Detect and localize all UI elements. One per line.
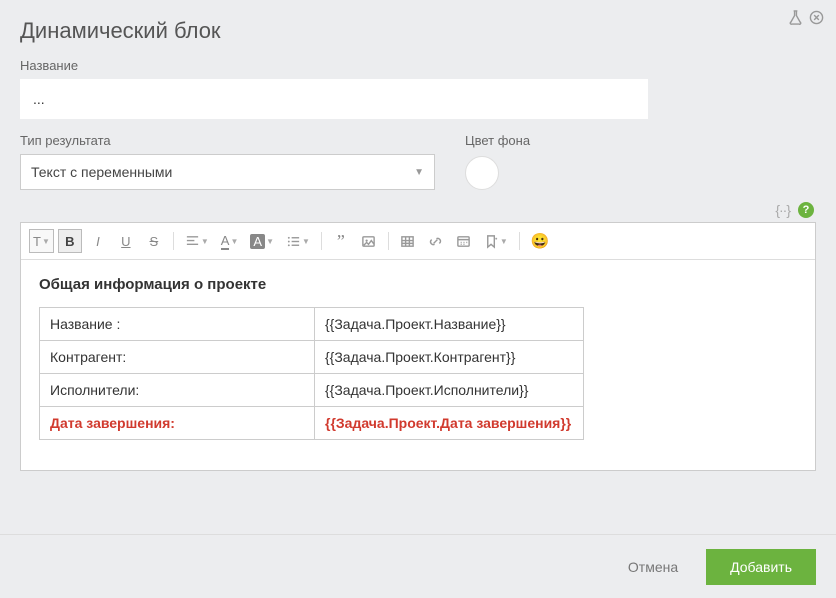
name-input[interactable] (20, 79, 648, 119)
chevron-down-icon: ▼ (42, 237, 50, 246)
result-type-select[interactable]: Текст с переменными ▼ (20, 154, 435, 190)
row-label: Название : (40, 308, 315, 341)
result-type-field: Тип результата Текст с переменными ▼ (20, 133, 435, 190)
bg-color-field: Цвет фона (465, 133, 530, 190)
toolbar-separator (321, 232, 322, 250)
type-color-row: Тип результата Текст с переменными ▼ Цве… (20, 133, 816, 190)
bg-color-label: Цвет фона (465, 133, 530, 148)
result-type-value: Текст с переменными (31, 164, 172, 180)
toolbar-separator (519, 232, 520, 250)
bold-button[interactable]: B (58, 229, 82, 253)
row-value: {{Задача.Проект.Исполнители}} (315, 374, 584, 407)
dialog-body: Название Тип результата Текст с переменн… (0, 48, 836, 534)
italic-button[interactable]: I (86, 229, 110, 253)
chevron-down-icon: ▼ (266, 237, 274, 246)
row-label: Контрагент: (40, 341, 315, 374)
text-style-button[interactable]: T▼ (29, 229, 54, 253)
bookmark-button[interactable]: ▼ (480, 229, 512, 253)
toolbar-separator (388, 232, 389, 250)
toolbar-separator (173, 232, 174, 250)
chevron-down-icon: ▼ (302, 237, 310, 246)
align-button[interactable]: ▼ (181, 229, 213, 253)
dialog-footer: Отмена Добавить (0, 534, 836, 598)
result-type-label: Тип результата (20, 133, 435, 148)
close-icon[interactable] (809, 10, 824, 28)
dialog-header: Динамический блок (0, 0, 836, 48)
underline-button[interactable]: U (114, 229, 138, 253)
list-button[interactable]: ▼ (282, 229, 314, 253)
row-value: {{Задача.Проект.Контрагент}} (315, 341, 584, 374)
emoji-button[interactable]: 😀 (527, 229, 554, 253)
chevron-down-icon: ▼ (201, 237, 209, 246)
row-value: {{Задача.Проект.Дата завершения}} (315, 407, 584, 440)
image-button[interactable] (357, 229, 381, 253)
name-field: Название (20, 58, 816, 119)
content-heading: Общая информация о проекте (39, 276, 797, 293)
dialog-title: Динамический блок (20, 18, 816, 44)
quote-button[interactable]: ” (329, 229, 353, 253)
font-color-button[interactable]: A▼ (217, 229, 243, 253)
add-button[interactable]: Добавить (706, 549, 816, 585)
row-value: {{Задача.Проект.Название}} (315, 308, 584, 341)
variables-icon[interactable]: {··} (775, 202, 790, 218)
help-icon[interactable]: ? (798, 202, 814, 218)
bg-color-swatch[interactable] (465, 156, 499, 190)
table-button[interactable] (396, 229, 420, 253)
flask-icon[interactable] (788, 10, 803, 28)
dynamic-block-dialog: Динамический блок Название Тип результат… (0, 0, 836, 598)
header-actions (788, 10, 824, 28)
strike-button[interactable]: S (142, 229, 166, 253)
row-label: Дата завершения: (40, 407, 315, 440)
chevron-down-icon: ▼ (230, 237, 238, 246)
row-label: Исполнители: (40, 374, 315, 407)
editor-top-actions: {··} ? (20, 202, 816, 218)
table-row-highlighted: Дата завершения: {{Задача.Проект.Дата за… (40, 407, 584, 440)
project-info-table: Название : {{Задача.Проект.Название}} Ко… (39, 307, 584, 440)
code-button[interactable] (452, 229, 476, 253)
editor-toolbar: T▼ B I U S ▼ A▼ A▼ ▼ ” (21, 223, 815, 260)
name-label: Название (20, 58, 816, 73)
link-button[interactable] (424, 229, 448, 253)
table-row: Название : {{Задача.Проект.Название}} (40, 308, 584, 341)
table-row: Исполнители: {{Задача.Проект.Исполнители… (40, 374, 584, 407)
table-row: Контрагент: {{Задача.Проект.Контрагент}} (40, 341, 584, 374)
chevron-down-icon: ▼ (414, 167, 424, 178)
editor-content-area[interactable]: Общая информация о проекте Название : {{… (21, 260, 815, 470)
chevron-down-icon: ▼ (500, 237, 508, 246)
cancel-button[interactable]: Отмена (618, 551, 688, 583)
rich-text-editor: T▼ B I U S ▼ A▼ A▼ ▼ ” (20, 222, 816, 471)
bg-color-button[interactable]: A▼ (246, 229, 278, 253)
